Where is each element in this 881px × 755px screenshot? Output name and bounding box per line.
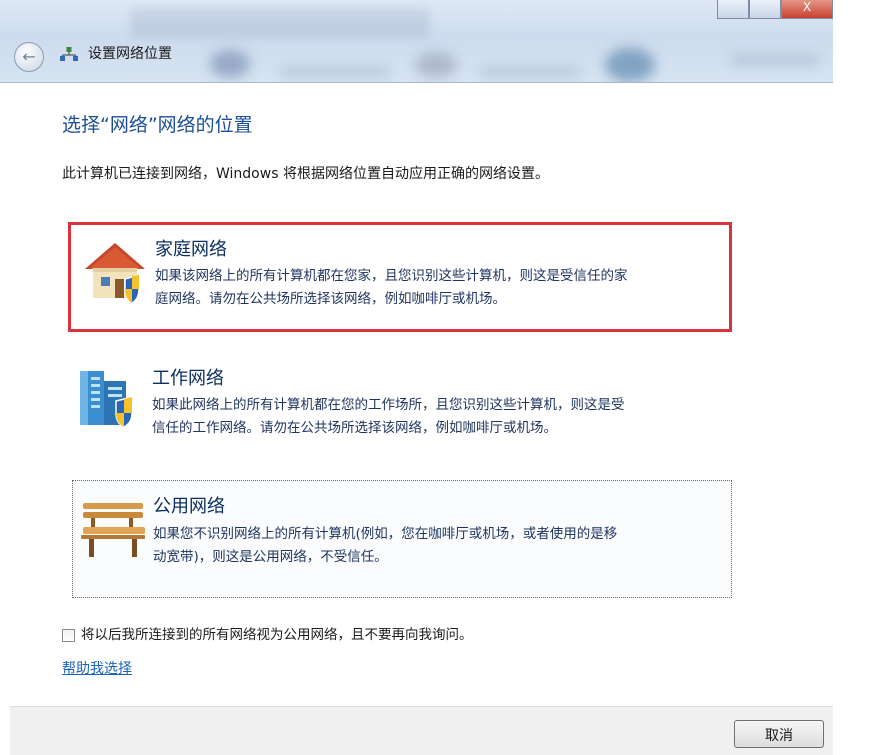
work-network-option[interactable]: 工作网络 如果此网络上的所有计算机都在您的工作场所，且您识别这些计算机，则这是受… [68, 355, 732, 455]
blurred-background [280, 68, 390, 76]
page-heading: 选择“网络”网络的位置 [62, 114, 253, 136]
blurred-window-title [130, 8, 430, 38]
treat-all-public-checkbox-row[interactable]: 将以后我所连接到的所有网络视为公用网络，且不要再向我询问。 [62, 625, 473, 645]
blurred-background [480, 68, 580, 76]
intro-text: 此计算机已连接到网络，Windows 将根据网络位置自动应用正确的网络设置。 [62, 166, 549, 182]
window-title: 设置网络位置 [88, 46, 172, 62]
cancel-button[interactable]: 取消 [734, 720, 824, 748]
option-title: 工作网络 [152, 368, 224, 389]
blurred-background [210, 50, 250, 78]
network-icon [60, 47, 78, 61]
window-controls: X [717, 0, 833, 20]
minimize-button[interactable] [717, 0, 749, 19]
help-me-choose-link[interactable]: 帮助我选择 [62, 659, 132, 679]
maximize-button[interactable] [749, 0, 781, 19]
dialog-footer [10, 706, 833, 755]
back-arrow-icon[interactable]: ← [14, 42, 44, 72]
blurred-background [605, 48, 655, 82]
option-description: 如果您不识别网络上的所有计算机(例如，您在咖啡厅或机场，或者使用的是移 [153, 526, 618, 542]
title-bar: X ← 设置网络位置 [0, 0, 833, 83]
blurred-background [415, 52, 457, 78]
close-button[interactable]: X [781, 0, 833, 19]
set-network-location-window: X ← 设置网络位置 选择“网络”网络的位置 此计算机已连接到网络，Window… [0, 0, 833, 755]
park-bench-icon [81, 503, 145, 557]
option-title: 家庭网络 [155, 239, 227, 260]
house-shield-icon [85, 243, 145, 304]
option-description: 动宽带)，则这是公用网络，不受信任。 [153, 549, 388, 565]
option-description: 如果该网络上的所有计算机都在您家，且您识别这些计算机，则这是受信任的家 [155, 268, 628, 284]
treat-all-public-checkbox[interactable] [62, 628, 75, 642]
home-network-option[interactable]: 家庭网络 如果该网络上的所有计算机都在您家，且您识别这些计算机，则这是受信任的家… [68, 222, 732, 332]
option-description: 庭网络。请勿在公共场所选择该网络，例如咖啡厅或机场。 [155, 291, 506, 307]
option-title: 公用网络 [153, 496, 225, 517]
option-description: 信任的工作网络。请勿在公共场所选择该网络，例如咖啡厅或机场。 [152, 420, 557, 436]
checkbox-label: 将以后我所连接到的所有网络视为公用网络，且不要再向我询问。 [81, 627, 473, 643]
public-network-option[interactable]: 公用网络 如果您不识别网络上的所有计算机(例如，您在咖啡厅或机场，或者使用的是移… [72, 480, 732, 598]
office-building-shield-icon [80, 371, 133, 428]
blurred-background [730, 55, 820, 65]
option-description: 如果此网络上的所有计算机都在您的工作场所，且您识别这些计算机，则这是受 [152, 397, 625, 413]
